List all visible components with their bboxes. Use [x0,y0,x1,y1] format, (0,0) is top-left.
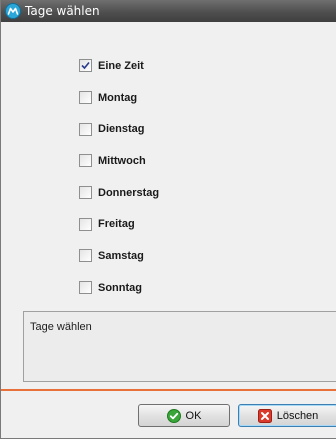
checkbox-box[interactable] [79,91,92,105]
description-panel: Tage wählen [23,311,336,382]
checkbox-label: Donnerstag [98,186,160,199]
checkbox-box[interactable] [79,186,92,200]
checkbox-item-freitag[interactable]: Freitag [79,208,159,240]
checkbox-item-samstag[interactable]: Samstag [79,240,159,272]
ok-button[interactable]: OK [138,404,230,427]
checkbox-label: Sonntag [98,281,142,294]
checkbox-label: Eine Zeit [98,59,144,72]
dialog-window: Tage wählen Eine Zeit Montag Dienstag Mi… [0,0,336,439]
checkbox-box[interactable] [79,217,92,231]
checkbox-label: Freitag [98,218,135,231]
checkbox-label: Montag [98,91,138,104]
checkbox-item-sonntag[interactable]: Sonntag [79,272,159,304]
checkbox-label: Dienstag [98,123,145,136]
checkbox-box[interactable] [79,122,92,136]
checkbox-label: Samstag [98,249,144,262]
checkbox-item-montag[interactable]: Montag [79,82,159,114]
window-title: Tage wählen [25,4,100,18]
green-check-icon [166,408,181,423]
ok-button-label: OK [185,409,202,422]
checkbox-item-dienstag[interactable]: Dienstag [79,113,159,145]
checkbox-item-mittwoch[interactable]: Mittwoch [79,145,159,177]
separator-line [1,389,336,391]
checkbox-box[interactable] [79,249,92,263]
checkbox-label: Mittwoch [98,154,146,167]
days-checkbox-list: Eine Zeit Montag Dienstag Mittwoch Donne… [79,50,159,304]
delete-button-label: Löschen [276,409,319,422]
checkbox-box[interactable] [79,59,92,73]
title-bar[interactable]: Tage wählen [1,0,336,22]
checkbox-item-donnerstag[interactable]: Donnerstag [79,177,159,209]
delete-button[interactable]: Löschen [238,404,336,427]
checkbox-item-eine-zeit[interactable]: Eine Zeit [79,50,159,82]
checkmark-icon [81,62,90,70]
red-x-icon [257,408,272,423]
checkbox-box[interactable] [79,281,92,295]
checkbox-box[interactable] [79,154,92,168]
description-text: Tage wählen [30,321,92,333]
app-logo-icon [5,3,21,19]
